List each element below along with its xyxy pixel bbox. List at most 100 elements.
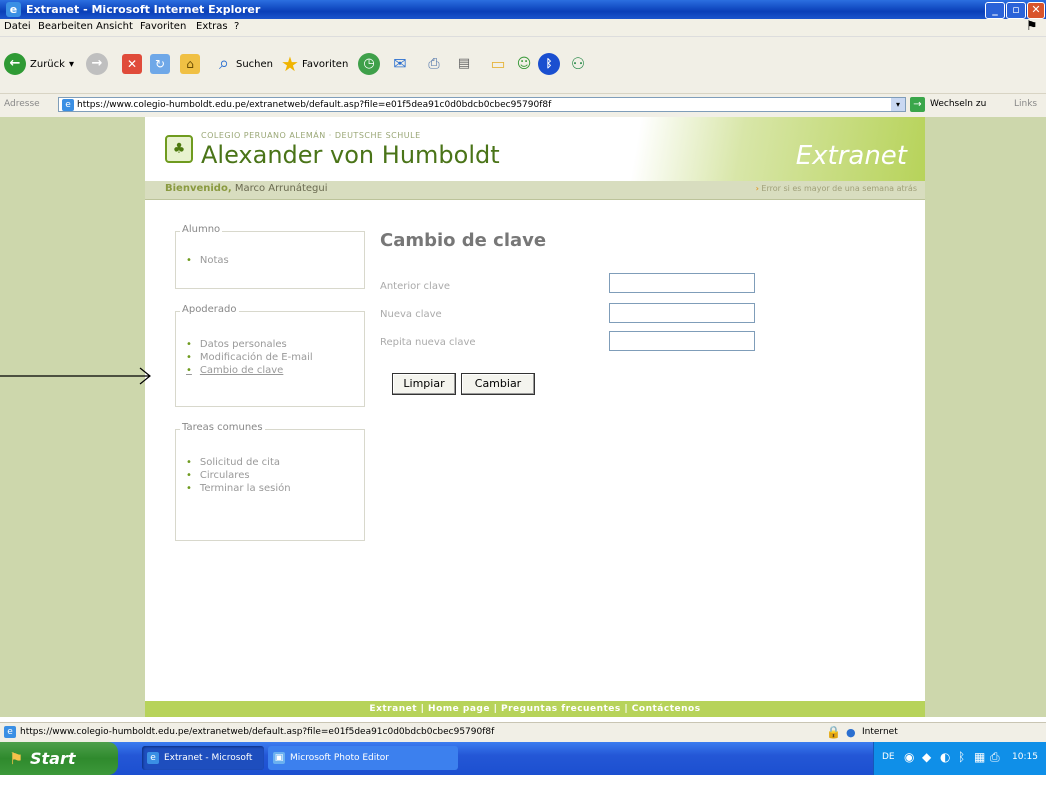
menu-datei[interactable]: Datei	[4, 21, 31, 32]
school-subtitle: COLEGIO PERUANO ALEMÁN · DEUTSCHE SCHULE	[201, 131, 421, 140]
sidebar-item-terminar-sesion[interactable]: Terminar la sesión	[186, 482, 291, 495]
window-titlebar[interactable]: e Extranet - Microsoft Internet Explorer…	[0, 0, 1046, 19]
toolbar: ← Zurück ▾ → ✕ ↻ ⌂ ⌕ Suchen ★ Favoriten …	[0, 37, 1046, 93]
dropdown-icon: ▾	[68, 58, 74, 70]
folder-icon: ▭	[490, 54, 506, 73]
users-button[interactable]: ⚇	[568, 49, 588, 79]
lock-icon: 🔒	[826, 725, 841, 739]
welcome-text: Bienvenido, Marco Arrunátegui	[165, 183, 328, 194]
label-anterior-clave: Anterior clave	[380, 281, 451, 292]
windows-flag-icon: ⚑	[1026, 19, 1038, 34]
edit-button[interactable]: ▤	[454, 49, 474, 79]
site-header: Extranet ♣ COLEGIO PERUANO ALEMÁN · DEUT…	[145, 117, 925, 181]
home-button[interactable]: ⌂	[180, 49, 200, 79]
menu-bearbeiten[interactable]: Bearbeiten	[38, 21, 93, 32]
tray-security-icon[interactable]: ◆	[922, 750, 931, 764]
task-extranet-label: Extranet - Microsoft I...	[164, 753, 253, 787]
site-footer[interactable]: Extranet | Home page | Preguntas frecuen…	[145, 701, 925, 717]
address-dropdown-icon[interactable]: ▾	[891, 98, 905, 111]
address-input[interactable]: e https://www.colegio-humboldt.edu.pe/ex…	[58, 97, 906, 112]
clear-button[interactable]: Limpiar	[392, 373, 456, 395]
welcome-user: Marco Arrunátegui	[234, 183, 328, 194]
bluetooth-button[interactable]: ᛒ	[538, 49, 560, 79]
language-indicator[interactable]: DE	[882, 752, 895, 762]
annotation-arrow	[0, 367, 151, 385]
folder-button[interactable]: ▭	[488, 49, 508, 79]
task-photo-label: Microsoft Photo Editor	[290, 753, 389, 763]
notice-arrow-icon: ›	[755, 184, 759, 193]
sidebar-item-circulares[interactable]: Circulares	[186, 469, 291, 482]
menu-favoriten[interactable]: Favoriten	[140, 21, 186, 32]
nueva-clave-input[interactable]	[609, 303, 755, 323]
header-band: Extranet	[515, 117, 925, 181]
sidebar-item-modificacion-email[interactable]: Modificación de E-mail	[186, 351, 313, 364]
menu-extras[interactable]: Extras	[196, 21, 228, 32]
history-button[interactable]: ◷	[358, 49, 380, 79]
welcome-prefix: Bienvenido,	[165, 183, 232, 194]
task-extranet[interactable]: e Extranet - Microsoft I...	[142, 746, 264, 787]
refresh-button[interactable]: ↻	[150, 49, 170, 79]
page-title: Cambio de clave	[380, 230, 547, 251]
star-icon: ★	[281, 52, 299, 76]
sidebar-apoderado: Apoderado Datos personales Modificación …	[175, 304, 365, 407]
tray-printer-icon[interactable]: ⎙	[990, 750, 1000, 765]
users-icon: ⚇	[570, 54, 586, 73]
page-icon: e	[62, 99, 74, 111]
taskbar: ⚑ Start e Extranet - Microsoft I... ▣ Mi…	[0, 742, 1046, 787]
go-button[interactable]: Wechseln zu	[930, 99, 986, 109]
edit-icon: ▤	[457, 56, 471, 71]
search-label: Suchen	[236, 58, 274, 70]
sidebar-item-cambio-clave[interactable]: Cambio de clave	[186, 364, 313, 377]
forward-button[interactable]: →	[86, 49, 108, 79]
repita-clave-input[interactable]	[609, 331, 755, 351]
task-photo-icon: ▣	[273, 752, 285, 764]
brand-extranet: Extranet	[795, 141, 907, 171]
page-content: Extranet ♣ COLEGIO PERUANO ALEMÁN · DEUT…	[145, 117, 925, 717]
forward-arrow-icon: →	[86, 53, 108, 75]
status-page-icon: e	[4, 726, 16, 738]
status-zone: Internet	[862, 727, 898, 737]
links-button[interactable]: Links	[1014, 99, 1037, 109]
submit-button[interactable]: Cambiar	[461, 373, 535, 395]
address-url: https://www.colegio-humboldt.edu.pe/extr…	[77, 100, 552, 110]
welcome-bar: Bienvenido, Marco Arrunátegui › Error si…	[145, 181, 925, 200]
menu-ansicht[interactable]: Ansicht	[96, 21, 133, 32]
minimize-button[interactable]: _	[985, 2, 1005, 19]
home-icon: ⌂	[180, 54, 200, 74]
tray-app-icon[interactable]: ▦	[974, 750, 985, 764]
favorites-button[interactable]: ★ Favoriten	[280, 49, 348, 79]
sidebar-tareas-title: Tareas comunes	[180, 422, 265, 433]
close-button[interactable]: ✕	[1027, 2, 1045, 19]
menu-bar: Datei Bearbeiten Ansicht Favoriten Extra…	[0, 19, 1046, 37]
messenger-icon: ☺	[516, 56, 532, 72]
clock[interactable]: 10:15	[1012, 752, 1038, 762]
start-button[interactable]: ⚑ Start	[0, 742, 118, 775]
maximize-button[interactable]: ▫	[1006, 2, 1026, 19]
refresh-icon: ↻	[150, 54, 170, 74]
messenger-button[interactable]: ☺	[514, 49, 534, 79]
menu-help[interactable]: ?	[234, 21, 239, 32]
back-button[interactable]: ← Zurück ▾	[4, 49, 74, 79]
sidebar-alumno-title: Alumno	[180, 224, 223, 235]
ie-icon: e	[6, 2, 21, 17]
window-title: Extranet - Microsoft Internet Explorer	[26, 3, 261, 16]
history-icon: ◷	[358, 53, 380, 75]
tray-bluetooth-icon[interactable]: ᛒ	[958, 750, 965, 764]
stop-icon: ✕	[122, 54, 142, 74]
sidebar-item-datos-personales[interactable]: Datos personales	[186, 338, 313, 351]
go-arrow-icon[interactable]: →	[910, 97, 925, 112]
bluetooth-icon: ᛒ	[538, 53, 560, 75]
search-button[interactable]: ⌕ Suchen	[214, 49, 273, 79]
welcome-notice: › Error si es mayor de una semana atrás	[756, 184, 917, 193]
stop-button[interactable]: ✕	[122, 49, 142, 79]
anterior-clave-input[interactable]	[609, 273, 755, 293]
sidebar-item-solicitud-cita[interactable]: Solicitud de cita	[186, 456, 291, 469]
notice-text: Error si es mayor de una semana atrás	[761, 184, 917, 193]
sidebar-item-notas[interactable]: Notas	[186, 254, 229, 267]
task-photo-editor[interactable]: ▣ Microsoft Photo Editor	[268, 746, 458, 770]
tray-network-icon[interactable]: ◉	[904, 750, 914, 764]
mail-button[interactable]: ✉	[390, 49, 410, 79]
sidebar-tareas: Tareas comunes Solicitud de cita Circula…	[175, 422, 365, 541]
tray-volume-icon[interactable]: ◐	[940, 750, 950, 764]
print-button[interactable]: ⎙	[424, 49, 444, 79]
